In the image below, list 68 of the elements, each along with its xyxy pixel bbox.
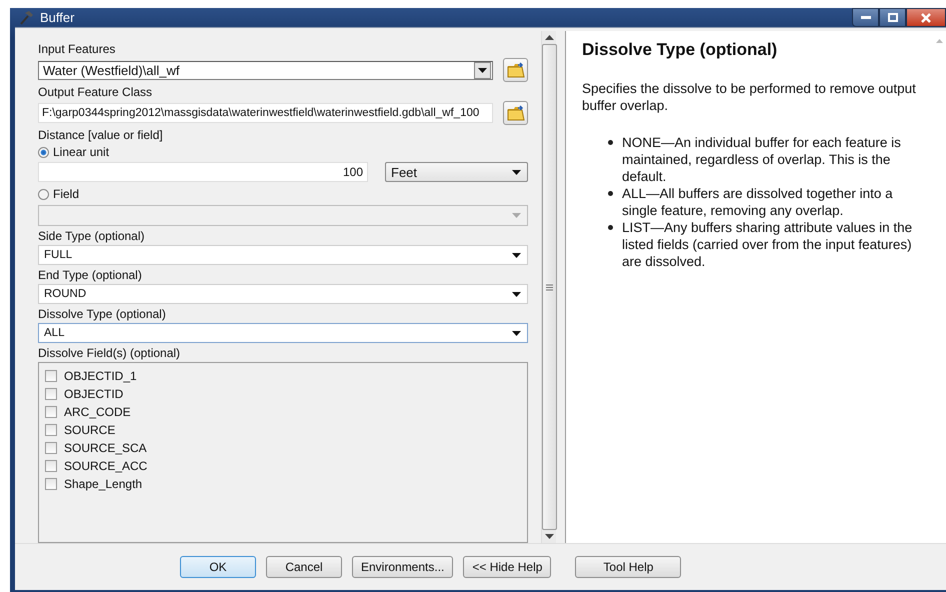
checkbox[interactable] — [45, 406, 57, 418]
radio-label[interactable]: Field — [53, 187, 80, 201]
checkbox-label[interactable]: ARC_CODE — [64, 405, 131, 419]
field-label: End Type (optional) — [38, 268, 143, 282]
field-label: Dissolve Type (optional) — [38, 307, 167, 321]
radio-button[interactable] — [38, 188, 49, 200]
grip-icon — [546, 284, 552, 290]
dialog-button[interactable]: << Hide Help — [463, 556, 552, 578]
dialog-button[interactable]: OK — [180, 556, 256, 578]
window-title: Buffer — [40, 10, 74, 25]
browse-button[interactable] — [503, 101, 528, 125]
dialog-button[interactable]: Environments... — [352, 556, 454, 578]
dialog-button[interactable]: Cancel — [266, 556, 342, 578]
dropdown-caret-icon — [512, 252, 521, 258]
minimize-button[interactable] — [852, 8, 879, 27]
radio-button[interactable] — [38, 146, 49, 158]
scroll-up-icon — [544, 35, 554, 40]
bullet-icon — [608, 225, 613, 230]
field-label: Output Feature Class — [38, 85, 154, 99]
field-list[interactable]: OBJECTID_1 OBJECTID ARC_CODE SOURCE SOURCE_SCA SOURCE_ACC Shape_Length — [38, 362, 528, 543]
checkbox[interactable] — [45, 388, 57, 400]
dropdown-caret-icon — [512, 213, 521, 218]
checkbox[interactable] — [45, 478, 57, 490]
dropdown[interactable]: FULL — [38, 245, 528, 265]
dropdown[interactable]: ROUND — [38, 284, 528, 304]
close-button[interactable] — [906, 8, 946, 27]
field-label: Input Features — [38, 42, 116, 56]
checkbox[interactable] — [45, 370, 57, 382]
help-title: Dissolve Type (optional) — [582, 40, 778, 60]
scroll-down-icon — [544, 534, 554, 539]
dropdown-caret-icon — [512, 170, 521, 174]
checkbox-label[interactable]: SOURCE_ACC — [64, 459, 148, 473]
radio-label[interactable]: Linear unit — [53, 145, 110, 159]
bullet-icon — [608, 191, 613, 196]
field-label: Dissolve Field(s) (optional) — [38, 346, 182, 360]
checkbox[interactable] — [45, 424, 57, 436]
dialog-button[interactable]: Tool Help — [575, 556, 682, 578]
help-list-item: ALL—All buffers are dissolved together into a single feature, removing any overlap. — [622, 185, 894, 219]
hammer-icon — [18, 10, 34, 26]
folder-icon — [506, 62, 524, 78]
dropdown[interactable]: ALL — [38, 323, 528, 343]
folder-icon — [506, 105, 524, 121]
maximize-icon — [888, 13, 898, 22]
bullet-icon — [608, 140, 613, 145]
checkbox-label[interactable]: OBJECTID_1 — [64, 369, 137, 383]
browse-button[interactable] — [503, 58, 528, 82]
checkbox[interactable] — [45, 442, 57, 454]
input-features-combo[interactable]: Water (Westfield)\all_wf — [38, 60, 493, 80]
checkbox-label[interactable]: OBJECTID — [64, 387, 124, 401]
unit-dropdown[interactable]: Feet — [385, 162, 528, 182]
checkbox-label[interactable]: SOURCE — [64, 423, 116, 437]
distance-field[interactable]: 100 — [38, 162, 368, 182]
minimize-icon — [860, 16, 870, 20]
close-icon — [921, 12, 931, 22]
checkbox-label[interactable]: SOURCE_SCA — [64, 441, 147, 455]
field-label: Distance [value or field] — [38, 128, 164, 142]
help-paragraph: Specifies the dissolve to be performed to remove output buffer overlap. — [582, 80, 917, 114]
help-list-item: LIST—Any buffers sharing attribute values in the listed fields (carried over from the input features) are dissolved. — [622, 219, 914, 270]
dropdown-caret-icon — [512, 330, 521, 336]
field-label: Side Type (optional) — [38, 229, 146, 243]
checkbox-label[interactable]: Shape_Length — [64, 477, 142, 491]
scroll-up-icon — [936, 39, 942, 43]
help-list-item: NONE—An individual buffer for each feature is maintained, regardless of overlap. This is the default. — [622, 134, 902, 185]
output-path-field[interactable]: F:\garp0344spring2012\massgisdata\waterinwestfield\waterinwestfield.gdb\all_wf_100 — [38, 103, 493, 123]
dropdown-caret-icon — [478, 68, 487, 72]
dropdown-caret-icon — [512, 292, 521, 296]
maximize-button[interactable] — [879, 8, 906, 27]
checkbox[interactable] — [45, 460, 57, 472]
